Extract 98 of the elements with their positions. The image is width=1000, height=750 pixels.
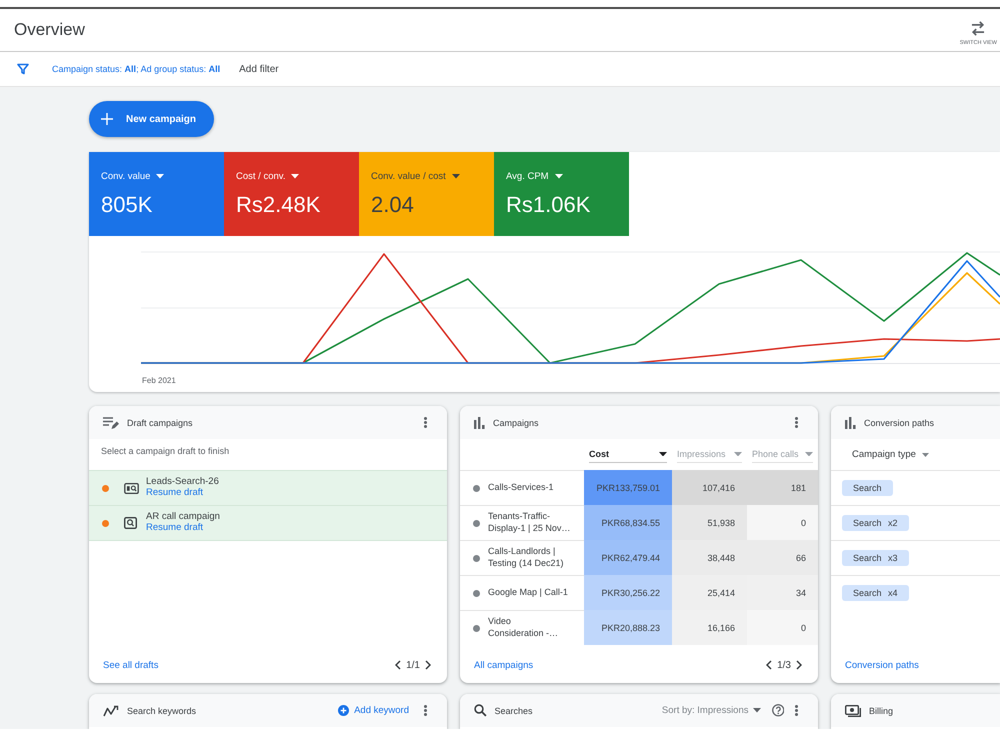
card-title: Draft campaigns [127,418,193,428]
path-chip: Search x2 [842,515,909,531]
magnifier-box-icon [124,517,137,529]
table-cell: PKR30,256.22 [584,575,672,610]
card-title: Search keywords [127,706,196,716]
status-dot-icon [102,520,109,526]
status-dot-icon [473,520,480,526]
caret-icon [554,174,563,179]
campaign-name[interactable]: Tenants-Traffic-Display-1 | 25 Nov… [488,511,578,535]
column-header[interactable]: Phone calls [752,446,813,463]
status-dot-icon [102,484,109,492]
page-indicator: 1/1 [406,660,420,670]
table-cell: 181 [747,470,818,505]
list-pencil-icon [103,416,119,428]
table-cell: 107,416 [672,470,747,505]
chevron-left-icon[interactable] [395,660,402,670]
metric-dropdown[interactable]: Cost / conv. [236,171,300,182]
add-keyword-link[interactable]: Add keyword [338,705,409,716]
campaign-name[interactable]: Google Map | Call-1 [488,587,568,599]
metric-value: 2.04 [371,192,414,218]
plus-icon [101,113,113,125]
table-cell: 51,938 [672,505,747,540]
card-title: Campaigns [493,418,539,428]
trend-arrow-icon [103,704,119,716]
draft-name: AR call campaign [146,512,220,523]
caret-icon [734,452,742,456]
table-cell: PKR133,759.01 [584,470,672,505]
column-header[interactable]: Cost [589,446,667,463]
status-dot-icon [473,624,480,632]
status-dot-icon [473,484,480,492]
more-options-icon[interactable] [795,417,798,428]
add-filter-button[interactable]: Add filter [239,64,279,74]
table-cell: 66 [747,540,818,575]
table-cell: PKR68,834.55 [584,505,672,540]
path-chip: Search x4 [842,585,909,601]
table-cell: PKR62,479.44 [584,540,672,575]
see-all-drafts-link[interactable]: See all drafts [103,660,158,670]
campaign-type-dropdown[interactable]: Campaign type [852,449,929,460]
table-cell: 0 [747,505,818,540]
campaign-name[interactable]: Calls-Landlords | Testing (14 Dec21) [488,546,578,570]
campaign-name[interactable]: Calls-Services-1 [488,482,554,494]
swap-arrows-icon [971,20,986,36]
banknote-icon [845,704,861,716]
metric-dropdown[interactable]: Conv. value / cost [371,171,460,182]
axis-label: Feb 2021 [142,376,176,385]
page-indicator: 1/3 [777,660,791,670]
filter-icon[interactable] [17,63,29,75]
draft-name: Leads-Search-26 [146,477,219,488]
card-title: Billing [869,706,894,716]
column-header[interactable]: Impressions [677,446,742,463]
resume-draft-link[interactable]: Resume draft [146,523,220,534]
table-cell: 38,448 [672,540,747,575]
caret-icon [659,452,667,456]
filter-summary-link[interactable]: Campaign status: All; Ad group status: All [52,64,220,74]
table-cell: 0 [747,610,818,645]
table-cell: PKR20,888.23 [584,610,672,645]
caret-icon [452,174,460,179]
card-title: Searches [494,706,533,716]
caret-icon [291,174,300,179]
chevron-right-icon[interactable] [425,660,431,670]
ad-preview-icon [124,482,139,494]
table-cell: 25,414 [672,575,747,610]
status-dot-icon [473,590,480,596]
caret-icon [156,174,164,179]
metric-value: Rs1.06K [506,192,590,218]
more-options-icon[interactable] [424,705,427,716]
new-campaign-button[interactable]: New campaign [89,101,214,137]
card-title: Conversion paths [864,418,934,428]
page-title: Overview [14,20,85,40]
metric-value: 805K [101,192,152,218]
all-campaigns-link[interactable]: All campaigns [474,660,534,670]
table-cell: 34 [747,575,818,610]
chevron-right-icon[interactable] [796,660,802,670]
campaign-name[interactable]: Video Consideration -… [488,616,578,640]
search-icon [474,704,486,717]
path-chip: Search x3 [842,550,909,566]
card-subtitle: Select a campaign draft to finish [101,446,230,456]
metric-dropdown[interactable]: Conv. value [101,171,164,182]
metric-value: Rs2.48K [236,192,320,218]
conversion-paths-link[interactable]: Conversion paths [845,660,919,670]
bar-chart-icon [845,416,856,428]
plus-circle-icon [338,705,350,716]
caret-icon [922,452,929,456]
caret-icon [805,452,813,456]
status-dot-icon [473,554,480,562]
draft-row[interactable]: Leads-Search-26 Resume draft [89,470,447,505]
chevron-left-icon[interactable] [766,660,772,670]
resume-draft-link[interactable]: Resume draft [146,488,219,499]
caret-icon [752,708,760,713]
draft-row[interactable]: AR call campaign Resume draft [89,505,447,540]
sort-dropdown[interactable]: Sort by: Impressions [662,705,760,716]
metric-dropdown[interactable]: Avg. CPM [506,171,563,182]
more-options-icon[interactable] [795,705,798,716]
bar-chart-icon [474,416,485,428]
path-chip: Search [842,480,893,496]
help-icon[interactable] [772,704,784,717]
table-cell: 16,166 [672,610,747,645]
more-options-icon[interactable] [424,417,427,428]
